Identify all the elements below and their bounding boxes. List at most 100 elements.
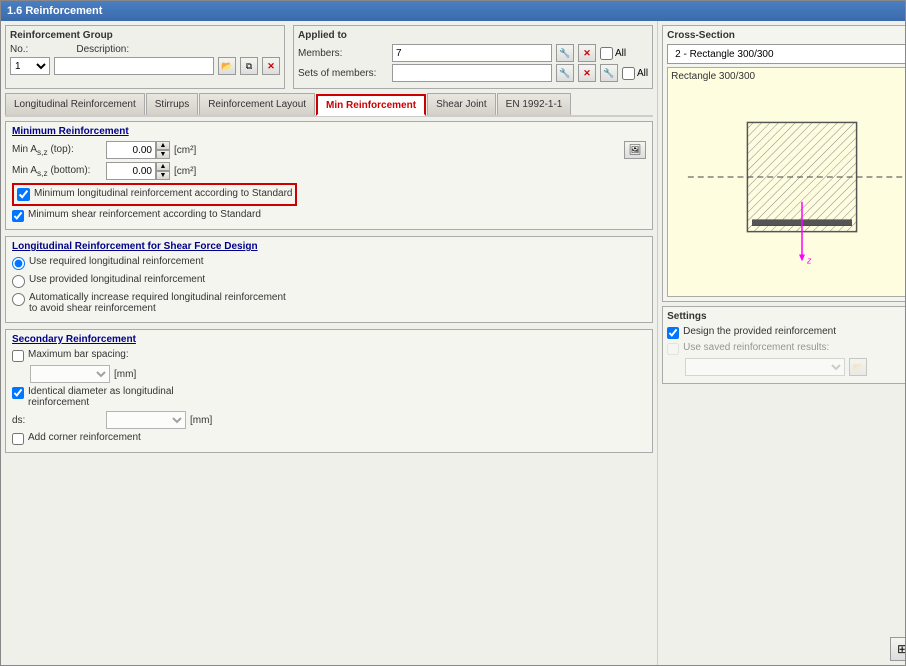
min-top-spinner: ▲ ▼ (106, 141, 170, 159)
design-provided-checkbox[interactable] (667, 327, 679, 339)
min-reinforcement-title: Minimum Reinforcement (12, 126, 646, 137)
members-btn1[interactable]: 🔧 (556, 44, 574, 62)
min-top-input[interactable] (106, 141, 156, 159)
tab-en-1992[interactable]: EN 1992-1-1 (497, 93, 572, 115)
use-saved-label: Use saved reinforcement results: (683, 342, 829, 353)
cross-section-panel: Cross-Section 2 - Rectangle 300/300 1 - … (662, 25, 905, 302)
min-top-down[interactable]: ▼ (156, 150, 170, 159)
copy-button[interactable]: ⧉ (240, 57, 258, 75)
tab-reinf-layout[interactable]: Reinforcement Layout (199, 93, 315, 115)
min-long-checkbox[interactable] (17, 188, 30, 201)
add-corner-row: Add corner reinforcement (12, 432, 646, 445)
max-bar-spacing-checkbox[interactable] (12, 350, 24, 362)
ds-row: ds: [mm] (12, 411, 646, 429)
radio-auto-label: Automatically increase required longitud… (29, 292, 286, 314)
min-top-spinbtns: ▲ ▼ (156, 141, 170, 159)
radio-provided-input[interactable] (12, 275, 25, 288)
all-sets-checkbox[interactable] (622, 67, 635, 80)
radio-required-input[interactable] (12, 257, 25, 270)
min-top-imgbtn[interactable]: 🖼 (624, 141, 646, 159)
long-shear-section: Longitudinal Reinforcement for Shear For… (5, 236, 653, 323)
sets-input[interactable] (392, 64, 552, 82)
max-bar-select[interactable] (30, 365, 110, 383)
svg-text:z: z (806, 255, 812, 265)
all-label: All (615, 48, 626, 59)
right-panel: Cross-Section 2 - Rectangle 300/300 1 - … (658, 21, 905, 665)
cross-section-select[interactable]: 2 - Rectangle 300/300 1 - Rectangle 200/… (667, 44, 905, 64)
sets-btn1[interactable]: 🔧 (556, 64, 574, 82)
settings-title: Settings (667, 311, 905, 322)
min-top-label: Min As,z (top): (12, 144, 102, 157)
bottom-btns: ⊞ ⓘ (662, 633, 905, 661)
min-top-up[interactable]: ▲ (156, 141, 170, 150)
cross-section-title: Cross-Section (667, 30, 905, 41)
design-provided-row: Design the provided reinforcement (667, 326, 905, 339)
min-bottom-row: Min As,z (bottom): ▲ ▼ [cm²] (12, 162, 646, 180)
members-input[interactable] (392, 44, 552, 62)
radio-required: Use required longitudinal reinforcement (12, 256, 646, 270)
min-bottom-down[interactable]: ▼ (156, 171, 170, 180)
all-members-checkbox[interactable] (600, 47, 613, 60)
applied-to-title: Applied to (298, 30, 648, 41)
min-bottom-up[interactable]: ▲ (156, 162, 170, 171)
tab-shear-joint[interactable]: Shear Joint (427, 93, 496, 115)
min-top-unit: [cm²] (174, 145, 196, 156)
max-bar-input-row: [mm] (12, 365, 646, 383)
sets-btn3[interactable]: 🔧 (600, 64, 618, 82)
secondary-reinf-section: Secondary Reinforcement Maximum bar spac… (5, 329, 653, 453)
no-select[interactable]: 1 (10, 57, 50, 75)
content-area: Reinforcement Group No.: Description: 1 … (1, 21, 905, 665)
radio-provided: Use provided longitudinal reinforcement (12, 274, 646, 288)
cs-svg: y z (668, 68, 905, 296)
saved-btn[interactable]: 📂 (849, 358, 867, 376)
title-bar: 1.6 Reinforcement (1, 1, 905, 21)
all-sets-label: All (637, 68, 648, 79)
description-input[interactable] (54, 57, 214, 75)
reinforcement-group-title: Reinforcement Group (10, 30, 280, 41)
use-saved-checkbox[interactable] (667, 343, 679, 355)
sets-label: Sets of members: (298, 68, 388, 79)
ds-select[interactable] (106, 411, 186, 429)
max-bar-spacing-label: Maximum bar spacing: (28, 349, 129, 360)
min-shear-row: Minimum shear reinforcement according to… (12, 209, 646, 222)
window-title: 1.6 Reinforcement (7, 5, 102, 17)
add-corner-checkbox[interactable] (12, 433, 24, 445)
min-shear-checkbox[interactable] (12, 210, 24, 222)
min-shear-label: Minimum shear reinforcement according to… (28, 209, 261, 220)
tabs-row: Longitudinal Reinforcement Stirrups Rein… (5, 93, 653, 117)
min-bottom-label: Min As,z (bottom): (12, 165, 102, 178)
no-desc-row: No.: Description: (10, 44, 280, 55)
no-desc-inputs: 1 📂 ⧉ ✕ (10, 57, 280, 75)
sets-btn2[interactable]: ✕ (578, 64, 596, 82)
tab-min-reinforcement[interactable]: Min Reinforcement (316, 94, 426, 116)
min-bottom-unit: [cm²] (174, 166, 196, 177)
long-shear-title: Longitudinal Reinforcement for Shear For… (12, 241, 646, 252)
radio-auto: Automatically increase required longitud… (12, 292, 646, 314)
all-sets-row: All (622, 67, 648, 80)
delete-button[interactable]: ✕ (262, 57, 280, 75)
saved-select[interactable] (685, 358, 845, 376)
settings-panel: Settings Design the provided reinforceme… (662, 306, 905, 384)
min-long-label: Minimum longitudinal reinforcement accor… (34, 188, 292, 199)
max-bar-unit: [mm] (114, 369, 136, 380)
main-window: 1.6 Reinforcement Reinforcement Group No… (0, 0, 906, 666)
desc-label: Description: (76, 44, 129, 55)
add-corner-label: Add corner reinforcement (28, 432, 141, 443)
radio-required-label: Use required longitudinal reinforcement (29, 256, 204, 267)
min-bottom-input[interactable] (106, 162, 156, 180)
identical-diam-checkbox[interactable] (12, 387, 24, 399)
min-bottom-spinbtns: ▲ ▼ (156, 162, 170, 180)
radio-auto-input[interactable] (12, 293, 25, 306)
radio-provided-label: Use provided longitudinal reinforcement (29, 274, 205, 285)
tab-longitudinal[interactable]: Longitudinal Reinforcement (5, 93, 145, 115)
bottom-btn-1[interactable]: ⊞ (890, 637, 905, 661)
min-reinforcement-section: Minimum Reinforcement Min As,z (top): ▲ … (5, 121, 653, 230)
saved-select-row: 📂 (667, 358, 905, 376)
members-btn2[interactable]: ✕ (578, 44, 596, 62)
min-bottom-spinner: ▲ ▼ (106, 162, 170, 180)
tab-stirrups[interactable]: Stirrups (146, 93, 198, 115)
max-bar-spacing-row: Maximum bar spacing: (12, 349, 646, 362)
identical-diam-label: Identical diameter as longitudinalreinfo… (28, 386, 174, 408)
left-panel: Reinforcement Group No.: Description: 1 … (1, 21, 658, 665)
open-button[interactable]: 📂 (218, 57, 236, 75)
